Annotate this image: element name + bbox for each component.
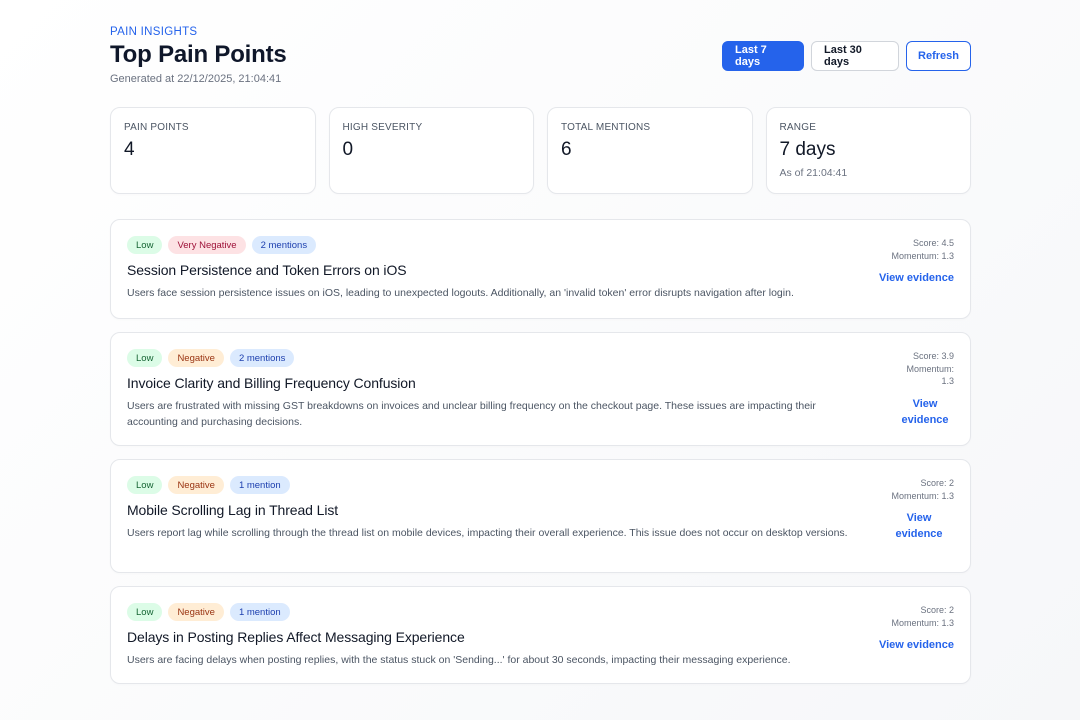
- momentum-text: Momentum: 1.3: [891, 250, 954, 261]
- last-7-days-button[interactable]: Last 7 days: [722, 41, 804, 71]
- mentions-badge: 1 mention: [229, 476, 290, 494]
- badge-row: Low Negative 2 mentions: [127, 349, 954, 367]
- pain-point-title: Invoice Clarity and Billing Frequency Co…: [127, 375, 416, 391]
- page-header: PAIN INSIGHTS Top Pain Points Generated …: [110, 26, 971, 90]
- pain-point-card: Low Negative 1 mention Mobile Scrolling …: [110, 459, 971, 573]
- sentiment-badge: Negative: [168, 349, 224, 367]
- severity-badge: Low: [127, 236, 163, 254]
- score-text: Score: 2: [920, 605, 954, 615]
- score-text: Score: 4.5: [912, 238, 954, 248]
- mentions-badge: 2 mentions: [251, 236, 317, 254]
- stat-label: TOTAL MENTIONS: [561, 122, 651, 133]
- pain-point-list: Low Very Negative 2 mentions Session Per…: [110, 219, 971, 697]
- stat-value: 7 days: [779, 139, 836, 160]
- pain-point-description: Users report lag while scrolling through…: [127, 527, 848, 539]
- score-panel: Score: 4.5 Momentum: 1.3 View evidence: [864, 237, 954, 286]
- stat-value: 4: [124, 139, 135, 160]
- pain-point-title: Delays in Posting Replies Affect Messagi…: [127, 629, 465, 645]
- severity-badge: Low: [127, 603, 163, 621]
- range-actions: Last 7 days Last 30 days Refresh: [722, 41, 971, 71]
- stat-range: RANGE 7 days As of 21:04:41: [765, 107, 971, 194]
- mentions-badge: 1 mention: [229, 603, 290, 621]
- stat-subtext: As of 21:04:41: [779, 167, 848, 179]
- severity-badge: Low: [127, 476, 163, 494]
- view-evidence-link[interactable]: View evidence: [896, 396, 954, 428]
- sentiment-badge: Negative: [168, 603, 224, 621]
- pain-point-description: Users are frustrated with missing GST br…: [127, 400, 816, 428]
- view-evidence-link[interactable]: View evidence: [864, 637, 954, 653]
- mentions-badge: 2 mentions: [229, 349, 295, 367]
- stat-pain-points: PAIN POINTS 4: [110, 107, 316, 194]
- stat-total-mentions: TOTAL MENTIONS 6: [547, 107, 753, 194]
- momentum-text: Momentum: 1.3: [891, 617, 954, 628]
- score-text: Score: 2: [920, 478, 954, 488]
- pain-insights-page: PAIN INSIGHTS Top Pain Points Generated …: [0, 0, 1080, 720]
- page-eyebrow: PAIN INSIGHTS: [110, 26, 198, 38]
- pain-point-title: Session Persistence and Token Errors on …: [127, 262, 407, 278]
- stats-row: PAIN POINTS 4 HIGH SEVERITY 0 TOTAL MENT…: [110, 107, 971, 194]
- pain-point-card: Low Very Negative 2 mentions Session Per…: [110, 219, 971, 319]
- sentiment-badge: Negative: [168, 476, 224, 494]
- badge-row: Low Very Negative 2 mentions: [127, 236, 954, 254]
- refresh-button[interactable]: Refresh: [906, 41, 971, 71]
- view-evidence-link[interactable]: View evidence: [864, 270, 954, 286]
- sentiment-badge: Very Negative: [168, 236, 246, 254]
- stat-high-severity: HIGH SEVERITY 0: [328, 107, 534, 194]
- score-panel: Score: 3.9 Momentum: 1.3 View evidence: [896, 350, 954, 428]
- score-panel: Score: 2 Momentum: 1.3 View evidence: [864, 604, 954, 653]
- last-30-days-button[interactable]: Last 30 days: [811, 41, 899, 71]
- pain-point-title: Mobile Scrolling Lag in Thread List: [127, 502, 339, 518]
- stat-label: PAIN POINTS: [124, 122, 189, 133]
- pain-point-description: Users face session persistence issues on…: [127, 287, 794, 299]
- score-text: Score: 3.9: [912, 351, 954, 361]
- generated-timestamp: Generated at 22/12/2025, 21:04:41: [110, 73, 282, 85]
- severity-badge: Low: [127, 349, 163, 367]
- stat-label: RANGE: [779, 122, 817, 133]
- stat-label: HIGH SEVERITY: [342, 122, 423, 133]
- momentum-text: Momentum: 1.3: [891, 490, 954, 501]
- stat-value: 6: [561, 139, 572, 160]
- badge-row: Low Negative 1 mention: [127, 603, 954, 621]
- pain-point-description: Users are facing delays when posting rep…: [127, 654, 791, 666]
- stat-value: 0: [342, 139, 354, 160]
- momentum-text: Momentum: 1.3: [906, 363, 954, 387]
- badge-row: Low Negative 1 mention: [127, 476, 954, 494]
- score-panel: Score: 2 Momentum: 1.3 View evidence: [882, 477, 954, 542]
- view-evidence-link[interactable]: View evidence: [884, 510, 954, 542]
- pain-point-card: Low Negative 2 mentions Invoice Clarity …: [110, 332, 971, 446]
- pain-point-card: Low Negative 1 mention Delays in Posting…: [110, 586, 971, 684]
